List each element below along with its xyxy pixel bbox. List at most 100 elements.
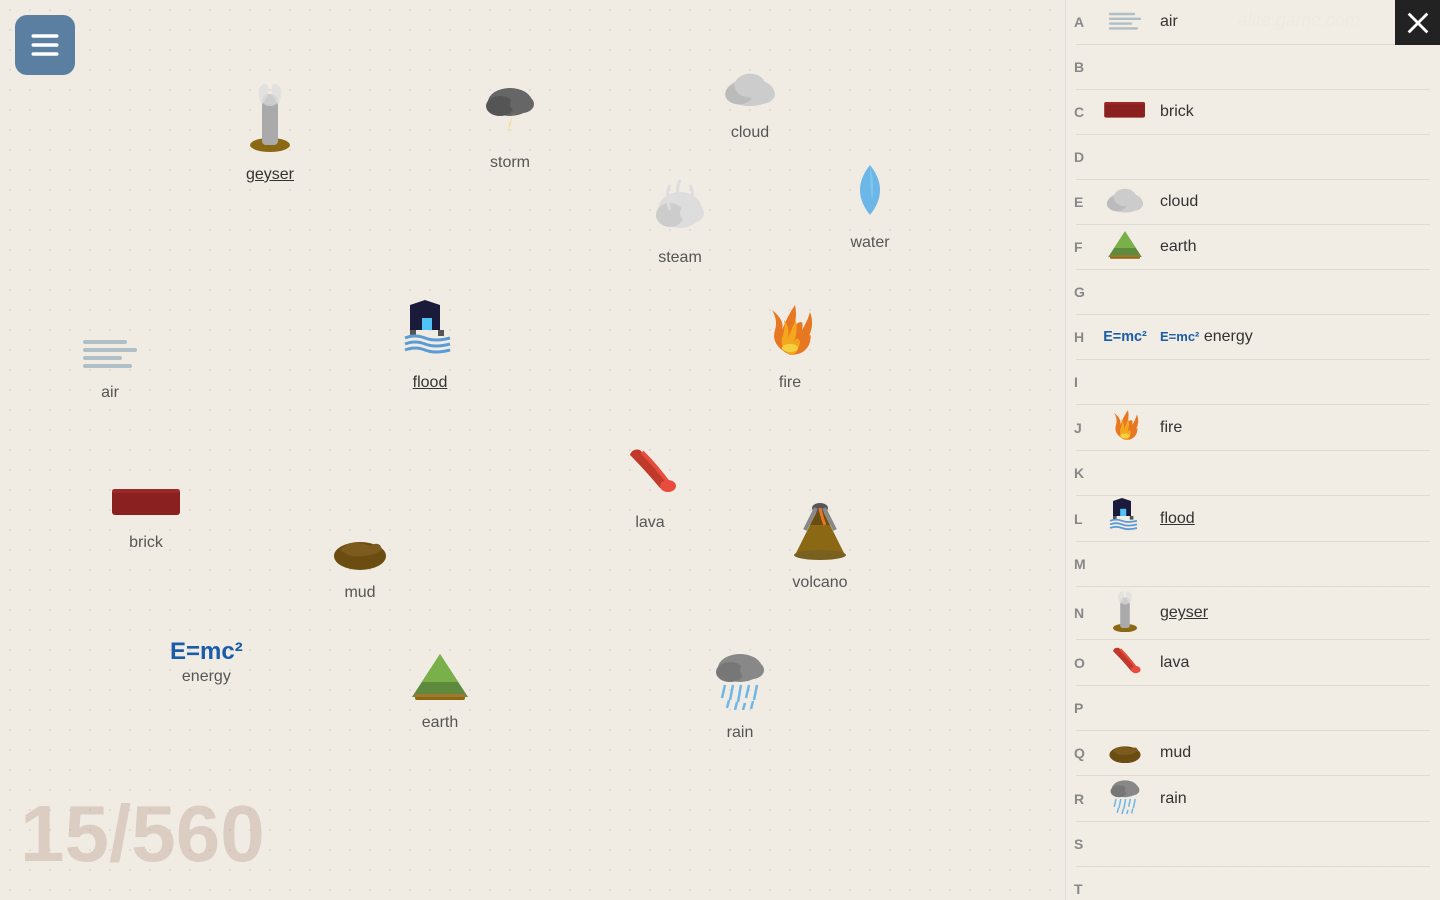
air-icon bbox=[80, 320, 140, 380]
sidebar-label-air: air bbox=[1160, 13, 1178, 31]
steam-icon bbox=[650, 175, 710, 245]
flood-label: flood bbox=[413, 374, 448, 392]
sidebar-letter-s: S bbox=[1074, 836, 1098, 852]
sidebar-label-geyser: geyser bbox=[1160, 604, 1208, 622]
sidebar-letter-l: L bbox=[1074, 511, 1098, 527]
sidebar-icon-earth bbox=[1098, 230, 1152, 264]
sidebar-icon-geyser bbox=[1098, 589, 1152, 637]
sidebar-letter-r: R bbox=[1074, 791, 1098, 807]
sidebar-icon-rain bbox=[1098, 778, 1152, 819]
sidebar-row-g: G bbox=[1066, 270, 1440, 314]
sidebar-label-lava: lava bbox=[1160, 654, 1189, 672]
sidebar-row-h[interactable]: HE=mc²E=mc² energy bbox=[1066, 315, 1440, 359]
energy-label: energy bbox=[182, 668, 231, 686]
sidebar-icon-lava bbox=[1098, 642, 1152, 683]
sidebar-row-r[interactable]: R rain bbox=[1066, 776, 1440, 821]
sidebar-letter-b: B bbox=[1074, 59, 1098, 75]
sidebar-letter-h: H bbox=[1074, 329, 1098, 345]
sidebar-icon-mud bbox=[1098, 738, 1152, 768]
canvas-element-cloud[interactable]: cloud bbox=[720, 60, 780, 142]
canvas-element-rain[interactable]: rain bbox=[710, 650, 770, 742]
sidebar-row-e[interactable]: E cloud bbox=[1066, 180, 1440, 224]
sidebar-letter-o: O bbox=[1074, 655, 1098, 671]
canvas-element-brick[interactable]: brick bbox=[110, 470, 182, 552]
steam-label: steam bbox=[658, 249, 702, 267]
cloud-label: cloud bbox=[731, 124, 769, 142]
sidebar-letter-g: G bbox=[1074, 284, 1098, 300]
storm-label: storm bbox=[490, 154, 530, 172]
canvas-element-lava[interactable]: lava bbox=[620, 440, 680, 532]
earth-label: earth bbox=[422, 714, 458, 732]
sidebar-row-o[interactable]: O lava bbox=[1066, 640, 1440, 685]
rain-icon bbox=[710, 650, 770, 720]
mud-icon bbox=[330, 520, 390, 580]
sidebar-row-l[interactable]: L flood bbox=[1066, 496, 1440, 541]
canvas-element-storm[interactable]: storm bbox=[480, 80, 540, 172]
sidebar-letter-t: T bbox=[1074, 881, 1098, 897]
sidebar-letter-m: M bbox=[1074, 556, 1098, 572]
sidebar-row-f[interactable]: F earth bbox=[1066, 225, 1440, 269]
fire-icon bbox=[760, 300, 820, 370]
fire-label: fire bbox=[779, 374, 801, 392]
geyser-label: geyser bbox=[246, 166, 294, 184]
sidebar-row-c[interactable]: C brick bbox=[1066, 90, 1440, 134]
canvas-element-earth[interactable]: earth bbox=[410, 650, 470, 732]
canvas-element-mud[interactable]: mud bbox=[330, 520, 390, 602]
sidebar-letter-a: A bbox=[1074, 14, 1098, 30]
canvas-element-fire[interactable]: fire bbox=[760, 300, 820, 392]
volcano-label: volcano bbox=[792, 574, 847, 592]
sidebar-label-fire: fire bbox=[1160, 419, 1182, 437]
canvas-element-volcano[interactable]: volcano bbox=[790, 500, 850, 592]
energy-icon: E=mc² bbox=[170, 640, 243, 664]
canvas-element-geyser[interactable]: geyser bbox=[240, 80, 300, 184]
lava-icon bbox=[620, 440, 680, 510]
sidebar-row-d: D bbox=[1066, 135, 1440, 179]
brick-label: brick bbox=[129, 534, 163, 552]
canvas-element-flood[interactable]: flood bbox=[400, 300, 460, 392]
sidebar-icon-brick bbox=[1098, 99, 1152, 126]
cloud-icon bbox=[720, 60, 780, 120]
sidebar-letter-i: I bbox=[1074, 374, 1098, 390]
storm-icon bbox=[480, 80, 540, 150]
flood-icon bbox=[400, 300, 460, 370]
sidebar-label-cloud: cloud bbox=[1160, 193, 1198, 211]
sidebar-letter-k: K bbox=[1074, 465, 1098, 481]
canvas-element-steam[interactable]: steam bbox=[650, 175, 710, 267]
canvas-element-energy[interactable]: E=mc² energy bbox=[170, 640, 243, 686]
sidebar-icon-flood bbox=[1098, 498, 1152, 539]
sidebar-label-earth: earth bbox=[1160, 238, 1196, 256]
geyser-icon bbox=[240, 80, 300, 162]
mud-label: mud bbox=[344, 584, 375, 602]
sidebar-icon-fire bbox=[1098, 407, 1152, 448]
elements-sidebar: A airBC brickDE cloudF earthGHE=mc²E=mc²… bbox=[1065, 0, 1440, 900]
sidebar-row-a[interactable]: A air bbox=[1066, 0, 1440, 44]
water-icon bbox=[840, 160, 900, 230]
score-display: 15/560 bbox=[20, 788, 265, 880]
menu-button[interactable] bbox=[15, 15, 75, 75]
sidebar-row-s: S bbox=[1066, 822, 1440, 866]
sidebar-letter-e: E bbox=[1074, 194, 1098, 210]
sidebar-row-k: K bbox=[1066, 451, 1440, 495]
sidebar-row-q[interactable]: Q mud bbox=[1066, 731, 1440, 775]
lava-label: lava bbox=[635, 514, 664, 532]
canvas-element-air[interactable]: air bbox=[80, 320, 140, 402]
sidebar-row-m: M bbox=[1066, 542, 1440, 586]
sidebar-icon-air bbox=[1098, 9, 1152, 36]
sidebar-icon-cloud bbox=[1098, 185, 1152, 220]
brick-icon bbox=[110, 470, 182, 530]
air-label: air bbox=[101, 384, 119, 402]
sidebar-row-n[interactable]: N geyser bbox=[1066, 587, 1440, 639]
sidebar-label-mud: mud bbox=[1160, 744, 1191, 762]
earth-icon bbox=[410, 650, 470, 710]
canvas-element-water[interactable]: water bbox=[840, 160, 900, 252]
game-canvas: geyser storm cloud water steam bbox=[0, 0, 1070, 900]
sidebar-label-brick: brick bbox=[1160, 103, 1194, 121]
sidebar-letter-p: P bbox=[1074, 700, 1098, 716]
sidebar-row-j[interactable]: J fire bbox=[1066, 405, 1440, 450]
sidebar-label-flood: flood bbox=[1160, 510, 1195, 528]
sidebar-letter-d: D bbox=[1074, 149, 1098, 165]
sidebar-letter-c: C bbox=[1074, 104, 1098, 120]
rain-label: rain bbox=[727, 724, 754, 742]
sidebar-letter-n: N bbox=[1074, 605, 1098, 621]
close-button[interactable] bbox=[1395, 0, 1440, 45]
